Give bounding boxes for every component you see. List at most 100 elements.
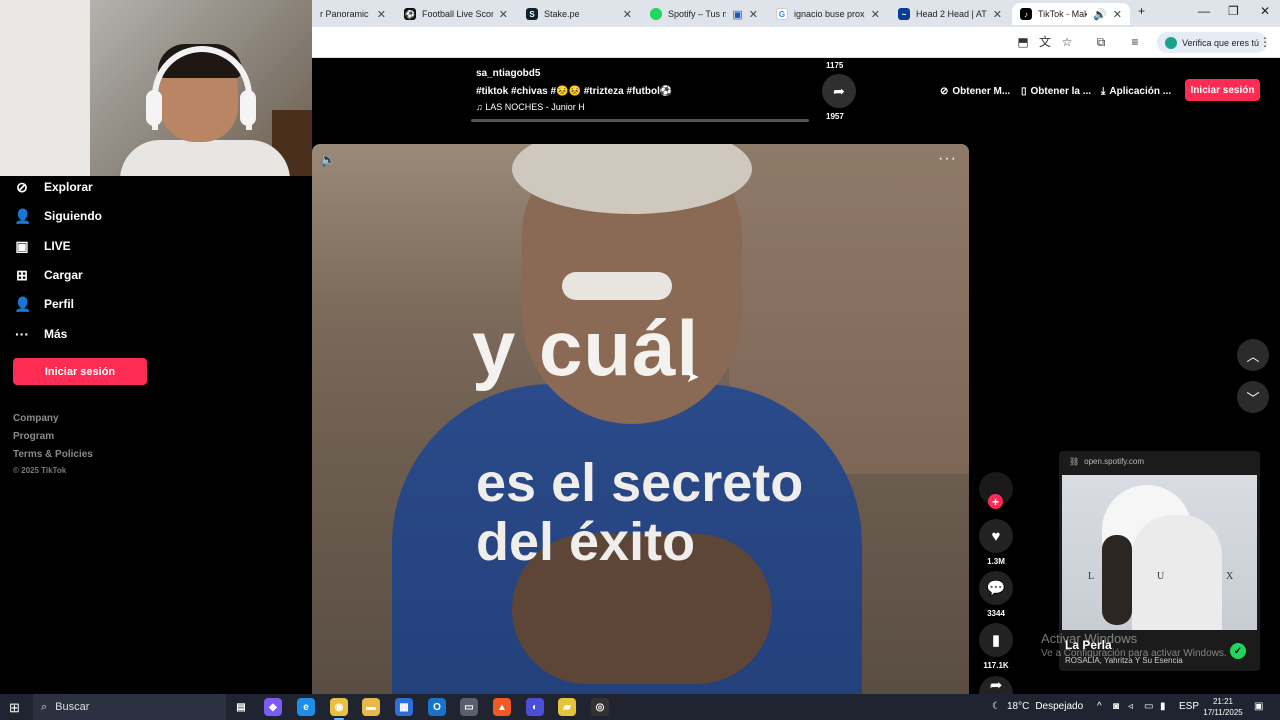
music-note-icon: ♫ [476,102,486,112]
weather-widget[interactable]: ☾ 18°C Despejado [992,701,1083,712]
share-button-partial[interactable]: ➦ [979,676,1013,694]
sidebar-login-button[interactable]: Iniciar sesión [13,358,147,385]
google-favicon-icon: G [776,8,788,20]
footer-link-program[interactable]: Program [13,431,54,442]
get-app-link[interactable]: ▯ Obtener la ... [1021,84,1091,98]
brave-icon[interactable]: ▲ [493,698,511,716]
window-close-icon[interactable]: ✕ [1260,4,1270,18]
install-icon[interactable]: ⬒ [1016,35,1030,49]
chrome-icon[interactable]: ◉ [330,698,348,720]
tab-title: r Panoramic Padi [320,9,371,19]
previous-video-username[interactable]: sa_ntiagobd5 [476,68,672,79]
app-icon[interactable]: ◎ [591,698,609,716]
compass-icon: ⊘ [16,179,28,195]
close-icon[interactable]: ✕ [499,8,508,21]
previous-video-music[interactable]: ♫ LAS NOCHES - Junior H [476,102,672,112]
clock-time: 21:21 [1212,697,1234,706]
volume-icon[interactable]: 🔈 [320,152,336,168]
speaker-icon[interactable]: 🔊 [1093,8,1107,21]
new-tab-icon[interactable]: + [1138,4,1145,18]
album-art: L U X [1062,475,1257,630]
liked-check-icon[interactable]: ✓ [1230,643,1246,659]
link-icon: ⛓ [1069,457,1080,466]
like-button[interactable]: ♥ [979,519,1013,553]
browser-tab[interactable]: Spotify – Tus me ▣ ✕ [642,3,766,25]
video-caption-line-1: y cuál [472,304,700,392]
close-icon[interactable]: ✕ [871,8,880,21]
album-art-letter: U [1157,571,1165,582]
chevron-up-icon[interactable]: ^ [1097,701,1102,712]
close-icon[interactable]: ✕ [377,8,386,21]
sidebar-item-explorar[interactable]: ⊘ Explorar [14,176,93,198]
language-indicator[interactable]: ESP [1179,701,1199,712]
sidebar: ⊘ Explorar 👤 Siguiendo ▣ LIVE ⊞ Cargar 👤… [0,176,312,694]
next-video-button[interactable]: ﹀ [1237,381,1269,413]
maximize-icon[interactable]: ❐ [1228,4,1239,18]
sidebar-item-mas[interactable]: ··· Más [14,323,67,345]
task-view-icon[interactable]: ▤ [232,698,250,716]
speaker-icon[interactable]: ◃ [1128,701,1133,712]
clock-date: 17/11/2025 [1203,708,1243,717]
store-icon[interactable]: ▦ [395,698,413,716]
video-player[interactable]: y cuál es el secreto del éxito 🔈 ··· [312,144,969,694]
taskbar-search[interactable]: ⌕ Buscar [33,694,226,720]
browser-tab[interactable]: r Panoramic Padi ✕ [312,3,394,25]
sidebar-item-siguiendo[interactable]: 👤 Siguiendo [14,205,102,227]
screen: r Panoramic Padi ✕ ⚽ Football Live Score… [0,0,1280,720]
footer-link-terms[interactable]: Terms & Policies [13,449,93,460]
save-button[interactable]: ▮ [979,623,1013,657]
browser-tab[interactable]: G ignacio buse proxim ✕ [768,3,888,25]
windows-start-icon[interactable]: ⊞ [9,700,20,716]
minimize-icon[interactable]: — [1198,4,1210,18]
share-button[interactable]: ➦ [822,74,856,108]
follow-button[interactable]: + [988,494,1003,509]
previous-video-info: sa_ntiagobd5 #tiktok #chivas #😣😣 #trizte… [476,68,672,112]
header-link-label: Obtener la ... [1030,85,1092,97]
desktop-app-link[interactable]: ⤓ Aplicación ... [1101,84,1171,98]
camera-icon[interactable]: ◙ [1113,701,1119,712]
previous-video-progress-bar[interactable] [471,119,809,122]
edge-icon[interactable]: e [297,698,315,716]
tab-title: Stake.pe [544,9,580,19]
browser-tab[interactable]: S Stake.pe ✕ [518,3,640,25]
header-login-button[interactable]: Iniciar sesión [1185,79,1260,101]
sidebar-item-perfil[interactable]: 👤 Perfil [14,293,74,315]
tiktok-favicon-icon: ♪ [1020,8,1032,20]
spotify-favicon-icon [650,8,662,20]
previous-video-hashtags[interactable]: #tiktok #chivas #😣😣 #trizteza #futbol⚽ [476,86,672,97]
app-icon[interactable]: ▭ [460,698,478,716]
more-options-icon[interactable]: ··· [938,150,957,168]
media-controls-icon[interactable]: ≡ [1128,35,1142,49]
file-explorer-icon[interactable]: ▬ [362,698,380,716]
tab-title: TikTok - Make Yo [1038,9,1088,19]
close-icon[interactable]: ✕ [1113,8,1122,21]
profile-verify-button[interactable]: Verifica que eres tú [1157,32,1268,53]
sticky-notes-icon[interactable]: ▰ [558,698,576,716]
sidebar-item-cargar[interactable]: ⊞ Cargar [14,264,83,286]
bookmark-star-icon[interactable]: ☆ [1060,35,1074,49]
browser-tab[interactable]: ⚽ Football Live Scores ✕ [396,3,516,25]
notifications-icon[interactable]: ▣ [1254,701,1263,712]
browser-tab[interactable]: ~ Head 2 Head | ATP To ✕ [890,3,1010,25]
close-icon[interactable]: ✕ [623,8,632,21]
footer-link-company[interactable]: Company [13,413,59,424]
get-coins-link[interactable]: ⊘ Obtener M... [940,84,1010,98]
kebab-menu-icon[interactable]: ⋮ [1258,35,1272,49]
extensions-icon[interactable]: ⧉ [1094,35,1108,49]
translate-icon[interactable]: 文 [1038,35,1052,49]
microphone-icon[interactable]: ▮ [1160,701,1166,712]
clock[interactable]: 21:21 17/11/2025 [1198,696,1248,718]
sidebar-item-live[interactable]: ▣ LIVE [14,235,70,257]
download-icon: ⤓ [1101,85,1106,97]
sidebar-item-label: Perfil [44,297,75,311]
network-icon[interactable]: ▭ [1144,701,1153,712]
browser-tab-active[interactable]: ♪ TikTok - Make Yo 🔊 ✕ [1012,3,1130,25]
close-icon[interactable]: ✕ [993,8,1002,21]
discord-icon[interactable]: ◐ [526,698,544,716]
outlook-icon[interactable]: O [428,698,446,716]
cast-icon[interactable]: ▣ [732,8,742,21]
copilot-icon[interactable]: ◆ [264,698,282,716]
comment-button[interactable]: 💬 [979,571,1013,605]
previous-video-button[interactable]: ︿ [1237,339,1269,371]
close-icon[interactable]: ✕ [749,8,758,21]
